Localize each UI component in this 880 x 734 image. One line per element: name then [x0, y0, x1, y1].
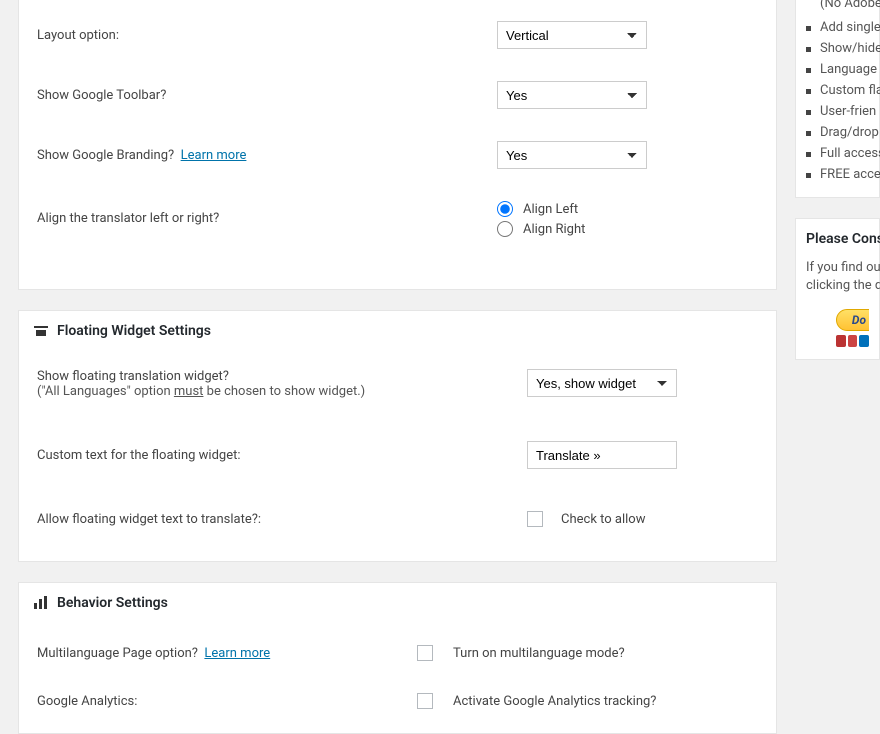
allow-translate-label: Allow floating widget text to translate?… — [37, 512, 527, 527]
donate-button[interactable]: Do — [836, 309, 869, 331]
show-branding-label: Show Google Branding? Learn more — [37, 148, 497, 163]
floating-widget-heading: Floating Widget Settings — [19, 311, 776, 345]
show-floating-widget-label: Show floating translation widget? ("All … — [37, 369, 527, 399]
branding-learn-more-link[interactable]: Learn more — [181, 148, 247, 163]
show-toolbar-select[interactable]: Yes — [497, 81, 647, 109]
align-right-label: Align Right — [523, 222, 585, 237]
list-item: Show/hide — [806, 38, 869, 59]
donate-sidebar: Please Cons If you find ou clicking the … — [795, 218, 880, 360]
allow-translate-check-label: Check to allow — [561, 512, 645, 527]
multilang-label: Multilanguage Page option? Learn more — [37, 646, 417, 661]
list-item: Add single — [806, 17, 869, 38]
custom-text-label: Custom text for the floating widget: — [37, 448, 527, 463]
align-left-label: Align Left — [523, 202, 578, 217]
behavior-settings-panel: Behavior Settings Multilanguage Page opt… — [18, 582, 777, 734]
multilang-check-label: Turn on multilanguage mode? — [453, 646, 758, 661]
show-toolbar-row: Show Google Toolbar? Yes — [37, 69, 758, 121]
custom-text-row: Custom text for the floating widget: — [37, 429, 758, 481]
list-item: Drag/drop — [806, 122, 869, 143]
bars-icon — [33, 595, 49, 611]
multilang-learn-more-link[interactable]: Learn more — [204, 646, 270, 661]
features-sidebar: (No Adobe Add single Show/hide Language … — [795, 0, 880, 198]
features-list: Add single Show/hide Language Custom fla… — [806, 11, 869, 185]
multilang-row: Multilanguage Page option? Learn more Tu… — [37, 629, 758, 677]
layout-option-row: Layout option: Vertical — [37, 9, 758, 61]
donate-text: If you find ou clicking the d — [806, 259, 869, 295]
analytics-label: Google Analytics: — [37, 694, 417, 709]
show-toolbar-label: Show Google Toolbar? — [37, 88, 497, 103]
payment-cards-icon — [836, 335, 869, 347]
allow-translate-row: Allow floating widget text to translate?… — [37, 499, 758, 539]
analytics-checkbox[interactable] — [417, 693, 433, 709]
analytics-check-label: Activate Google Analytics tracking? — [453, 694, 758, 709]
show-branding-select[interactable]: Yes — [497, 141, 647, 169]
list-item: Full access — [806, 143, 869, 164]
show-floating-widget-row: Show floating translation widget? ("All … — [37, 357, 758, 411]
show-floating-widget-select[interactable]: Yes, show widget — [527, 369, 677, 397]
show-branding-row: Show Google Branding? Learn more Yes — [37, 129, 758, 181]
align-left-radio[interactable] — [497, 201, 513, 217]
list-note: (No Adobe — [806, 0, 869, 11]
align-right-radio[interactable] — [497, 221, 513, 237]
layout-option-label: Layout option: — [37, 28, 497, 43]
behavior-settings-heading: Behavior Settings — [19, 583, 776, 617]
list-item: User-frien — [806, 101, 869, 122]
analytics-row: Google Analytics: Activate Google Analyt… — [37, 677, 758, 715]
widget-icon — [33, 323, 49, 339]
list-item: FREE acces — [806, 164, 869, 185]
multilang-checkbox[interactable] — [417, 645, 433, 661]
allow-translate-checkbox[interactable] — [527, 511, 543, 527]
donate-heading: Please Cons — [806, 231, 869, 247]
general-settings-panel: Layout option: Vertical Show Google Tool… — [18, 0, 777, 290]
floating-widget-panel: Floating Widget Settings Show floating t… — [18, 310, 777, 562]
align-label: Align the translator left or right? — [37, 201, 497, 226]
list-item: Language — [806, 59, 869, 80]
custom-text-input[interactable] — [527, 441, 677, 469]
list-item: Custom fla — [806, 80, 869, 101]
align-row: Align the translator left or right? Alig… — [37, 189, 758, 253]
layout-option-select[interactable]: Vertical — [497, 21, 647, 49]
